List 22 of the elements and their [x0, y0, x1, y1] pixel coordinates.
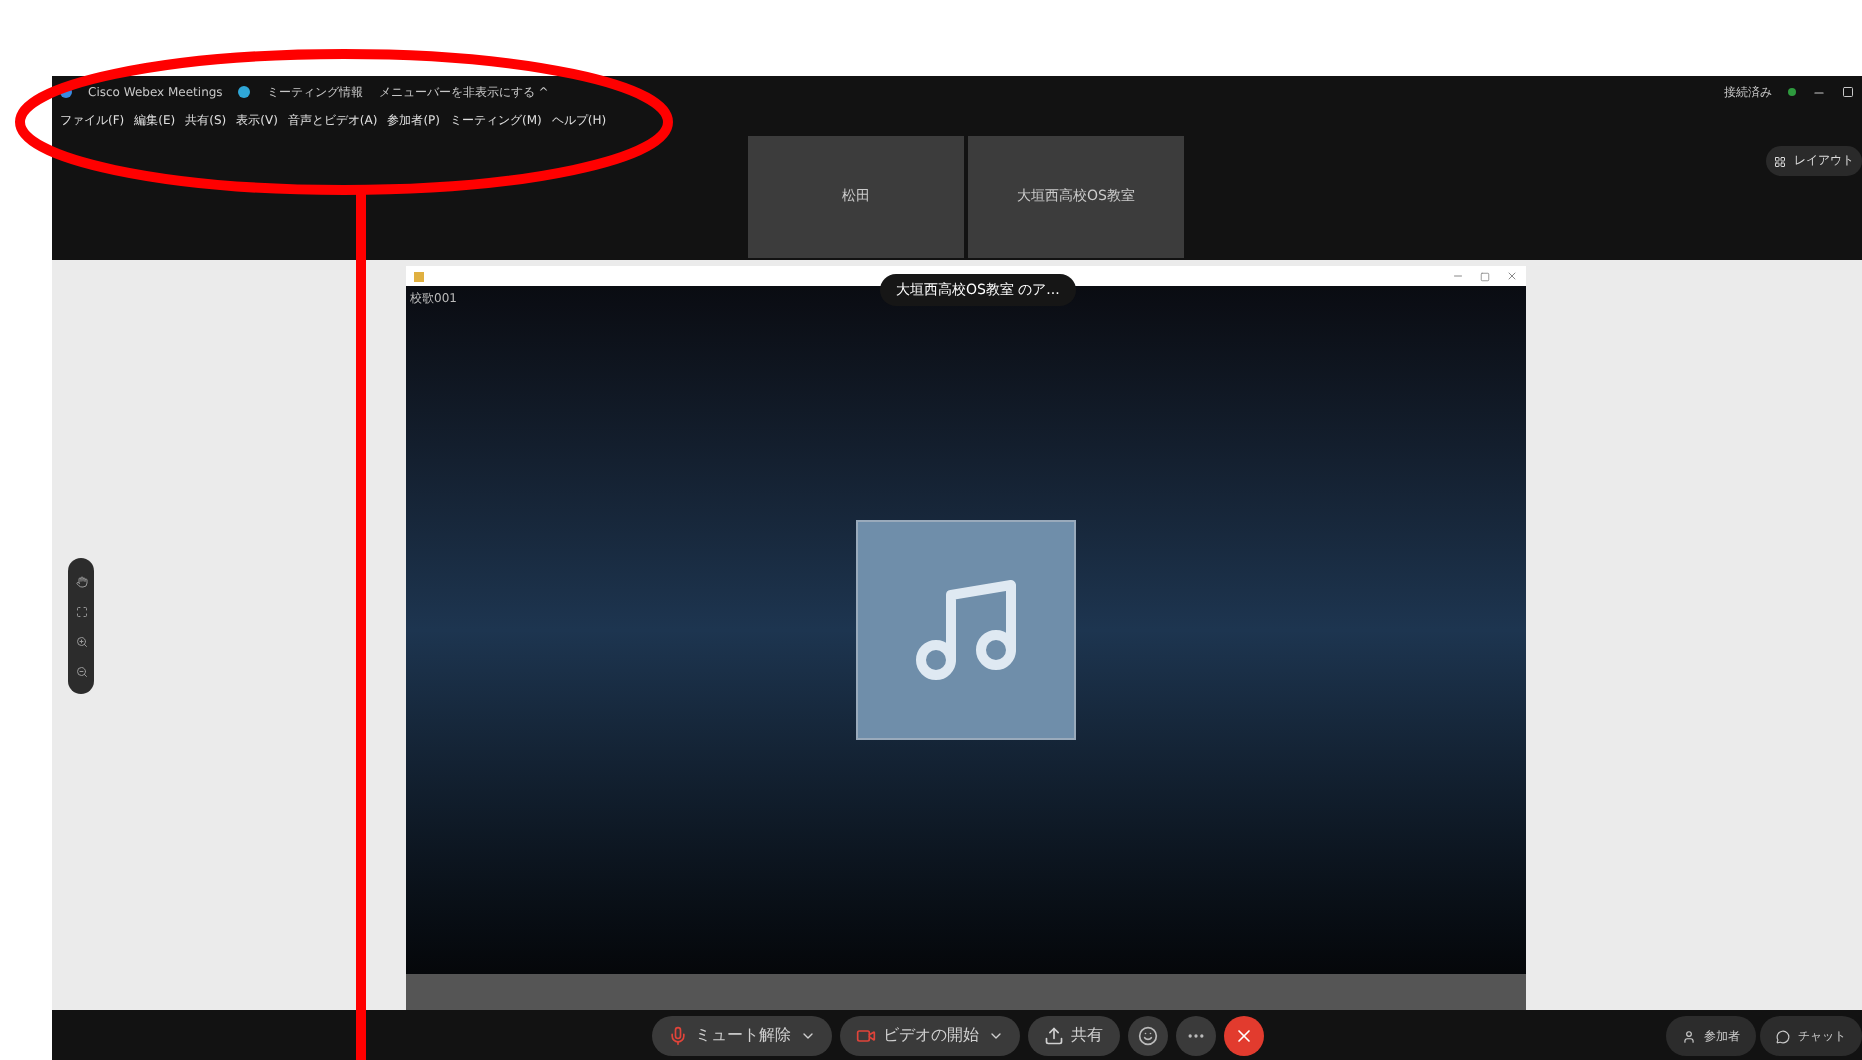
control-button[interactable]: ミュート解除	[651, 1015, 831, 1055]
maximize-icon	[1480, 271, 1490, 281]
share-icon	[1043, 1025, 1063, 1045]
window-icon	[414, 271, 424, 281]
layout-icon	[1774, 155, 1786, 167]
restore-icon[interactable]	[1842, 86, 1854, 98]
minimize-icon	[1452, 270, 1464, 282]
zoom-out-icon[interactable]	[75, 665, 87, 677]
leave-button[interactable]	[1223, 1015, 1263, 1055]
emoji-icon	[1137, 1025, 1157, 1045]
zoom-in-icon[interactable]	[75, 635, 87, 647]
round-button[interactable]	[1127, 1015, 1167, 1055]
hand-icon[interactable]	[75, 575, 87, 587]
chat-icon	[1776, 1029, 1790, 1043]
person-icon	[1682, 1029, 1696, 1043]
close-icon	[1233, 1025, 1253, 1045]
camera-icon	[855, 1025, 875, 1045]
info-icon	[238, 86, 251, 98]
share-button[interactable]: 共有	[1027, 1015, 1119, 1055]
control-button[interactable]: ビデオの開始	[839, 1015, 1019, 1055]
close-icon	[1506, 270, 1518, 282]
microphone-icon	[667, 1025, 687, 1045]
